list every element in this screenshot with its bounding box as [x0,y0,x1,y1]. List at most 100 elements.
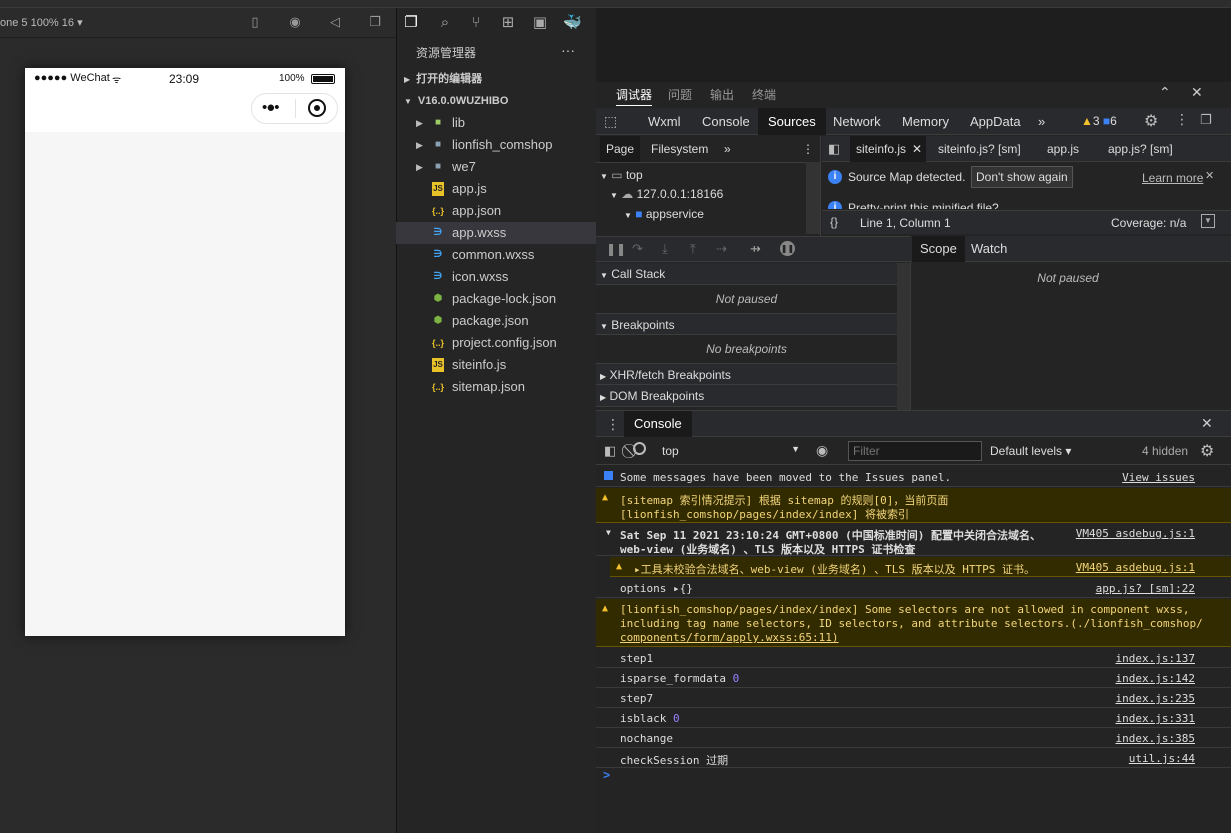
tab-sources[interactable]: Sources [758,108,826,135]
phone-icon[interactable]: ▯ [247,14,263,30]
tab-scope[interactable]: Scope [912,236,965,262]
console-message[interactable]: step1 index.js:137 [596,648,1231,668]
tree-folder[interactable]: ▶ ■ lionfish_comshop [396,134,596,156]
console-message[interactable]: nochange index.js:385 [596,728,1231,748]
tab-memory[interactable]: Memory [892,108,959,135]
console-warning[interactable]: ▲ [lionfish_comshop/pages/index/index] S… [596,599,1231,647]
file-tab-siteinfo-sm[interactable]: siteinfo.js? [sm] [932,136,1027,162]
console-message[interactable]: isparse_formdata 0 index.js:142 [596,668,1231,688]
step-over-icon[interactable]: ↷ [632,241,643,257]
step-into-icon[interactable]: ⤓ [662,241,668,257]
tab-appdata[interactable]: AppData [960,108,1031,135]
tree-file[interactable]: {..} sitemap.json [396,376,596,398]
tab-watch[interactable]: Watch [965,236,1013,262]
open-editors-section[interactable]: ▶ 打开的编辑器 [396,68,596,90]
console-settings-icon[interactable]: ⚙ [1200,441,1214,461]
pause-icon[interactable]: ❚❚ [606,242,626,256]
step-icon[interactable]: ⇢ [716,241,727,257]
learn-more-link[interactable]: Learn more [1142,171,1203,185]
chevron-right-icon[interactable]: ▶ [416,112,423,134]
volume-icon[interactable]: ◁ [327,14,343,30]
chevron-up-icon[interactable]: ⌃ [1159,84,1171,101]
tree-file[interactable]: JS siteinfo.js [396,354,596,376]
xhr-breakpoints-header[interactable]: ▶ XHR/fetch Breakpoints [596,363,897,385]
chevron-right-icon[interactable]: ▶ [416,134,423,156]
files-icon[interactable]: ❐ [402,14,420,32]
console-message[interactable]: Some messages have been moved to the Iss… [596,466,1231,487]
navigator-scrollbar[interactable] [806,162,820,234]
kebab-menu-icon[interactable]: ⋮ [1175,111,1189,128]
source-control-icon[interactable]: ⑂ [467,14,485,32]
source-link[interactable]: VM405 asdebug.js:1 [1076,561,1195,574]
tab-output[interactable]: 输出 [710,86,734,103]
source-link[interactable]: app.js? [sm]:22 [1096,582,1195,595]
phone-screen[interactable] [25,68,345,636]
console-group[interactable]: ▼ Sat Sep 11 2021 23:10:24 GMT+0800 (中国标… [596,524,1231,556]
chevron-right-icon[interactable]: ▶ [416,156,423,178]
window-icon[interactable]: ❐ [367,14,383,30]
docker-icon[interactable]: 🐳 [563,14,582,32]
search-icon[interactable]: ⌕ [436,14,454,32]
console-sidebar-icon[interactable]: ◧ [604,443,616,459]
tab-console[interactable]: Console [692,108,760,135]
project-section[interactable]: ▼ V16.0.0WUZHIBO [396,90,596,112]
tree-file[interactable]: ∋ common.wxss [396,244,596,266]
warn-counter[interactable]: ▲3 ■6 [1081,114,1117,128]
deactivate-breakpoints-icon[interactable]: ⇸ [750,241,761,257]
tab-network[interactable]: Network [823,108,891,135]
console-warning[interactable]: ▲ [sitemap 索引情况提示] 根据 sitemap 的规则[0]，当前页… [596,488,1231,523]
more-dots-icon[interactable]: •●• [262,99,280,116]
tab-page[interactable]: Page [600,136,641,162]
nav-more-icon[interactable]: » [718,136,737,162]
file-tab-app[interactable]: app.js [1041,136,1085,162]
tree-file[interactable]: {..} project.config.json [396,332,596,354]
more-tabs-icon[interactable]: » [1028,108,1055,135]
dont-show-again-button[interactable]: Don't show again [971,166,1073,188]
console-warning[interactable]: ▲ ▸工具未校验合法域名、web-view (业务域名) 、TLS 版本以及 H… [610,557,1231,577]
settings-gear-icon[interactable]: ⚙ [1144,111,1158,131]
pause-on-exceptions-icon[interactable]: ❚❚ [780,241,795,256]
record-icon[interactable]: ◉ [287,14,303,30]
coverage-toggle-icon[interactable]: ▼ [1201,214,1215,228]
format-icon[interactable]: {} [830,215,838,229]
source-link[interactable]: index.js:331 [1116,712,1195,725]
close-drawer-icon[interactable]: ✕ [1201,415,1213,432]
tab-wxml[interactable]: Wxml [638,108,691,135]
tree-file[interactable]: ∋ app.wxss [396,222,596,244]
close-miniprogram-icon[interactable] [308,99,326,117]
tab-problems[interactable]: 问题 [668,86,692,103]
console-prompt[interactable]: > [603,768,610,782]
tab-debugger[interactable]: 调试器 [616,86,653,106]
capsule-button[interactable]: •●• [251,93,338,124]
extensions-icon[interactable]: ⊞ [499,14,517,32]
explorer-more-icon[interactable]: ··· [561,42,575,58]
source-link[interactable]: VM405 asdebug.js:1 [1076,527,1195,540]
tab-filesystem[interactable]: Filesystem [645,136,714,162]
tree-folder[interactable]: ▶ ■ we7 [396,156,596,178]
breakpoints-header[interactable]: ▼ Breakpoints [596,313,897,335]
tree-folder[interactable]: ▶ ■ lib [396,112,596,134]
console-message[interactable]: isblack 0 index.js:331 [596,708,1231,728]
tree-file[interactable]: JS app.js [396,178,596,200]
message-text-line3[interactable]: components/form/apply.wxss:65:11) [620,631,839,644]
drawer-tab-console[interactable]: Console [624,411,692,437]
group-expand-icon[interactable]: ▼ [606,528,611,537]
toggle-navigator-icon[interactable]: ◧ [828,141,840,157]
eye-icon[interactable]: ◉ [816,442,828,459]
console-message[interactable]: step7 index.js:235 [596,688,1231,708]
tree-top[interactable]: ▼ ▭ top [600,168,643,182]
source-link[interactable]: index.js:142 [1116,672,1195,685]
context-selector[interactable]: top ▼ [662,444,800,458]
file-tab-app-sm[interactable]: app.js? [sm] [1102,136,1179,162]
sidebar-scrollbar[interactable] [897,263,910,410]
source-link[interactable]: index.js:385 [1116,732,1195,745]
source-link[interactable]: index.js:235 [1116,692,1195,705]
device-selector[interactable]: one 5 100% 16 ▾ [0,16,83,29]
console-message[interactable]: options ▸{} app.js? [sm]:22 [596,578,1231,598]
drawer-menu-icon[interactable]: ⋮ [606,416,620,433]
image-icon[interactable]: ▣ [531,14,549,32]
tab-terminal[interactable]: 终端 [752,86,776,103]
dock-icon[interactable]: ❐ [1200,112,1212,128]
tree-file[interactable]: ⬢ package.json [396,310,596,332]
step-out-icon[interactable]: ⤒ [690,241,696,257]
